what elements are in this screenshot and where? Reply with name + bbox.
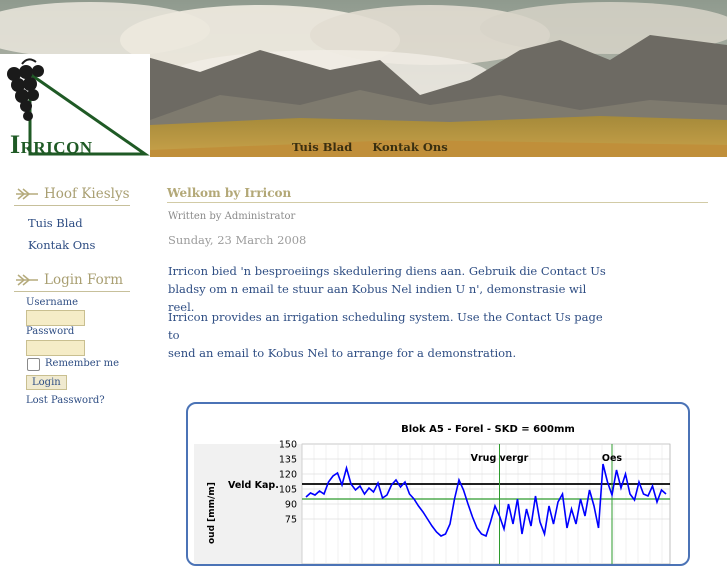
soil-moisture-chart: Blok A5 - Forel - SKD = 600mm oud [mm/m]… [186,402,690,566]
password-field[interactable] [26,340,85,356]
y-tick-label: 75 [285,515,297,526]
y-tick-label: 150 [279,440,297,451]
paragraph-line: Irricon provides an irrigation schedulin… [168,310,603,342]
leaf-ornament-icon [16,188,38,200]
article-title[interactable]: Welkom by Irricon [167,186,708,203]
y-axis-label: oud [mm/m] [207,482,217,544]
y-tick-label: 105 [279,485,297,496]
paragraph-line: Irricon bied 'n besproeiings skedulering… [168,264,606,278]
logo-wordmark: IRRICON [10,130,93,157]
stage-annotation: Vrug vergr [471,453,529,464]
remember-me-label: Remember me [45,358,120,369]
top-navigation: Tuis Blad Kontak Ons [292,140,464,154]
username-field[interactable] [26,310,85,326]
menu-item-home[interactable]: Tuis Blad [28,216,83,230]
chart-canvas: Blok A5 - Forel - SKD = 600mm oud [mm/m]… [194,424,671,564]
topnav-home-link[interactable]: Tuis Blad [292,140,352,154]
menu-item-contact[interactable]: Kontak Ons [28,238,95,252]
stage-annotation: Oes [602,453,623,464]
y-tick-label: 135 [279,455,297,466]
field-capacity-annotation: Veld Kap. [228,480,279,491]
login-button[interactable]: Login [26,375,67,390]
paragraph-line: send an email to Kobus Nel to arrange fo… [168,346,517,360]
password-label: Password [26,326,75,337]
login-form-title: Login Form [14,272,130,292]
lost-password-link[interactable]: Lost Password? [26,395,105,406]
article-paragraph-english: Irricon provides an irrigation schedulin… [168,308,608,362]
y-tick-label: 120 [279,470,297,481]
main-menu-title: Hoof Kieslys [14,186,130,206]
y-tick-label: 90 [285,500,297,511]
chart-title: Blok A5 - Forel - SKD = 600mm [401,424,575,435]
topnav-contact-link[interactable]: Kontak Ons [372,140,447,154]
leaf-ornament-icon [16,274,38,286]
username-label: Username [26,297,79,308]
remember-me-checkbox[interactable] [27,358,40,371]
header-banner: IRRICON Tuis Blad Kontak Ons [0,0,727,157]
article-date: Sunday, 23 March 2008 [168,233,307,247]
article-author: Written by Administrator [168,211,296,222]
logo: IRRICON [0,54,150,157]
